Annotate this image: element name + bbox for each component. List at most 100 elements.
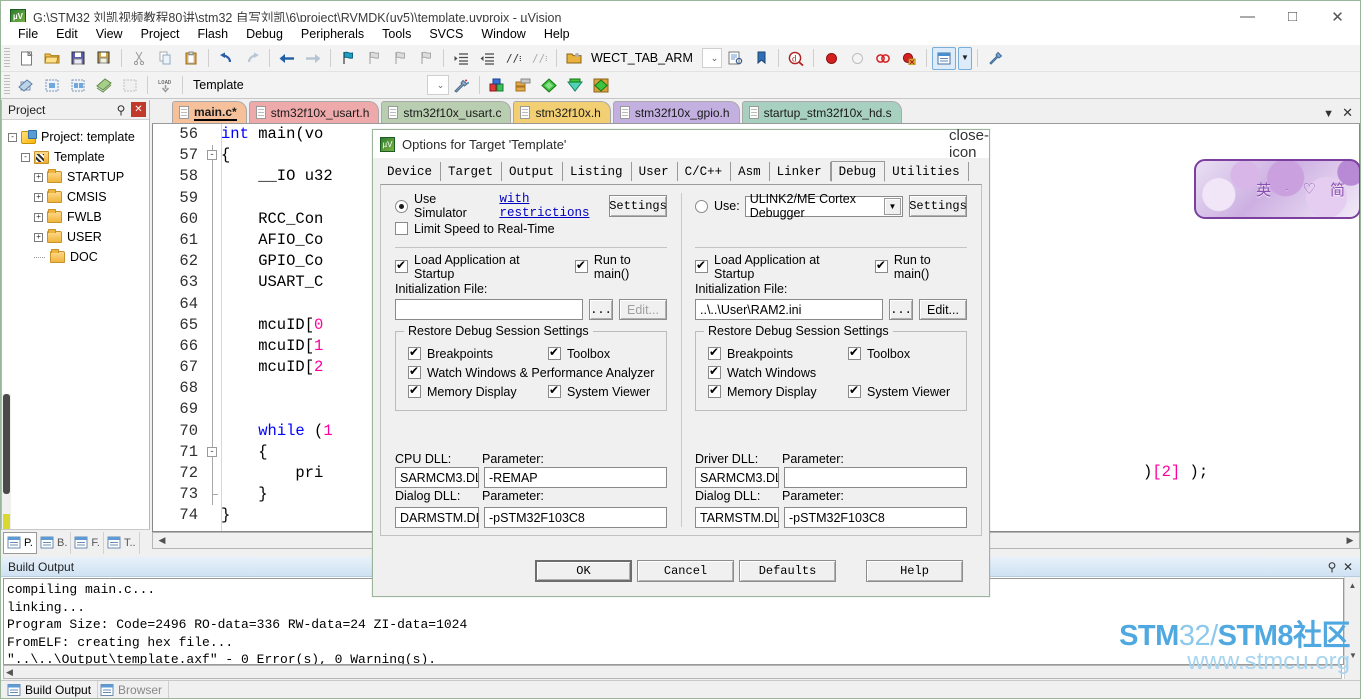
cut-icon[interactable] [127, 47, 151, 70]
arm-target-dropdown[interactable]: ⌄ [702, 48, 722, 68]
editor-tab-stm32f10x-usart-h[interactable]: stm32f10x_usart.h [248, 101, 380, 123]
fold-gutter[interactable] [205, 399, 221, 421]
restore-toolbox-checkbox[interactable] [548, 345, 561, 360]
manage-layers-icon[interactable] [511, 74, 535, 97]
configure-icon[interactable] [563, 74, 587, 97]
project-tab-t[interactable]: T.. [104, 531, 140, 554]
run-to-main-checkbox[interactable] [574, 258, 588, 273]
init-file-browse-button[interactable]: ... [589, 299, 613, 320]
find-in-files-icon[interactable] [723, 47, 747, 70]
limit-speed-checkbox[interactable] [395, 222, 408, 235]
navigate-forward-icon[interactable] [301, 47, 325, 70]
scroll-left-icon[interactable]: ◀ [155, 535, 169, 546]
menu-item-window[interactable]: Window [472, 24, 534, 44]
init-file-input[interactable] [395, 299, 583, 320]
load-application-checkbox[interactable] [695, 258, 708, 273]
bookmark-prev-icon[interactable] [362, 47, 386, 70]
dialog-dll-input[interactable]: DARMSTM.DLL [395, 507, 479, 528]
fold-gutter[interactable] [205, 251, 221, 273]
bottom-tab-build-output[interactable]: Build Output [5, 681, 99, 698]
rebuild-all-icon[interactable] [66, 74, 90, 97]
navigate-back-icon[interactable] [275, 47, 299, 70]
dialog-tab-linker[interactable]: Linker [770, 162, 831, 181]
use-debugger-radio[interactable] [695, 199, 708, 213]
restore-memory-checkbox[interactable] [408, 383, 421, 398]
menu-item-tools[interactable]: Tools [373, 24, 420, 44]
init-file-input[interactable]: ..\..\User\RAM2.ini [695, 299, 883, 320]
save-icon[interactable] [66, 47, 90, 70]
pin-icon[interactable]: ⚲ [113, 102, 129, 118]
fold-gutter[interactable] [205, 335, 221, 358]
menu-item-view[interactable]: View [87, 24, 132, 44]
insert-icon[interactable] [537, 74, 561, 97]
close-tab-icon[interactable]: ✕ [1342, 105, 1353, 121]
target-options-icon[interactable] [450, 74, 474, 97]
tree-item-startup[interactable]: + STARTUP [8, 167, 149, 187]
project-tab-b[interactable]: B. [37, 531, 72, 554]
tree-item-fwlb[interactable]: + FWLB [8, 207, 149, 227]
kill-breakpoints-icon[interactable] [871, 47, 895, 70]
outdent-icon[interactable] [475, 47, 499, 70]
pack-installer-icon[interactable] [589, 74, 613, 97]
open-project-icon[interactable] [562, 47, 586, 70]
stop-build-icon[interactable] [118, 74, 142, 97]
undo-icon[interactable] [214, 47, 238, 70]
restore-system-viewer-checkbox[interactable] [548, 383, 561, 398]
build-vscrollbar[interactable]: ▲ ▼ [1344, 577, 1360, 679]
dialog-tab-target[interactable]: Target [441, 162, 503, 181]
uncomment-block-icon[interactable]: //≡ [527, 47, 551, 70]
dialog-dll-parameter-input[interactable]: -pSTM32F103C8 [784, 507, 967, 528]
scroll-left-icon[interactable]: ◀ [6, 667, 13, 678]
heart-icon[interactable]: ♡ [1303, 180, 1316, 198]
cpu-dll-input[interactable]: SARMCM3.DLL [395, 467, 479, 488]
help-button[interactable]: Help [866, 560, 963, 582]
init-file-edit-button[interactable]: Edit... [919, 299, 967, 320]
expand-icon[interactable]: + [34, 192, 43, 202]
build-target-icon[interactable] [40, 74, 64, 97]
dialog-tab-output[interactable]: Output [502, 162, 564, 181]
dialog-dll-input[interactable]: TARMSTM.DLL [695, 507, 779, 528]
tree-item-template[interactable]: - Template [8, 147, 149, 167]
build-file-icon[interactable] [14, 74, 38, 97]
restore-toolbox-checkbox[interactable] [848, 345, 861, 360]
ime-simplified-toggle[interactable]: 简 [1330, 179, 1345, 200]
menu-item-flash[interactable]: Flash [188, 24, 237, 44]
bookmark-find-icon[interactable] [749, 47, 773, 70]
bookmark-clear-icon[interactable] [414, 47, 438, 70]
bottom-tab-browser[interactable]: Browser [98, 681, 170, 698]
pin-icon[interactable]: ⚲ [1324, 559, 1340, 575]
load-application-checkbox[interactable] [395, 258, 408, 273]
fold-gutter[interactable] [205, 420, 221, 442]
fold-gutter[interactable] [205, 378, 221, 400]
fold-gutter[interactable] [205, 484, 221, 506]
chevron-down-icon[interactable]: ▼ [884, 197, 901, 215]
editor-tab-stm32f10x-usart-c[interactable]: stm32f10x_usart.c [381, 101, 512, 123]
close-icon[interactable]: ✕ [1340, 559, 1356, 575]
editor-tab-startup-stm32f10x-hd-s[interactable]: startup_stm32f10x_hd.s [741, 101, 902, 123]
paste-icon[interactable] [179, 47, 203, 70]
restore-memory-checkbox[interactable] [708, 383, 721, 398]
cancel-button[interactable]: Cancel [637, 560, 734, 582]
fold-toggle-icon[interactable]: - [207, 150, 217, 161]
scroll-down-icon[interactable]: ▼ [1345, 647, 1360, 663]
restore-watch-checkbox[interactable] [408, 364, 421, 379]
comment-block-icon[interactable]: //≡ [501, 47, 525, 70]
project-window-icon[interactable] [932, 46, 956, 70]
ok-button[interactable]: OK [535, 560, 632, 582]
breakpoint-icon[interactable] [819, 47, 843, 70]
build-hscrollbar[interactable]: ◀ [3, 665, 1342, 679]
download-icon[interactable]: LOAD [153, 74, 177, 97]
restore-watch-checkbox[interactable] [708, 364, 721, 379]
restore-breakpoints-checkbox[interactable] [708, 345, 721, 360]
init-file-edit-button[interactable]: Edit... [619, 299, 667, 320]
editor-tab-main-c-[interactable]: main.c* [172, 101, 247, 123]
driver-dll-input[interactable]: SARMCM3.DLL [695, 467, 779, 488]
toolbar-grip[interactable] [4, 75, 10, 95]
fold-gutter[interactable] [205, 208, 221, 230]
fold-gutter[interactable] [205, 357, 221, 379]
components-manager-icon[interactable] [485, 74, 509, 97]
debugger-settings-button[interactable]: Settings [909, 195, 967, 217]
cpu-dll-parameter-input[interactable]: -REMAP [484, 467, 667, 488]
editor-tab-stm32f10x-h[interactable]: stm32f10x.h [513, 101, 611, 123]
toolbar-grip[interactable] [4, 48, 10, 68]
